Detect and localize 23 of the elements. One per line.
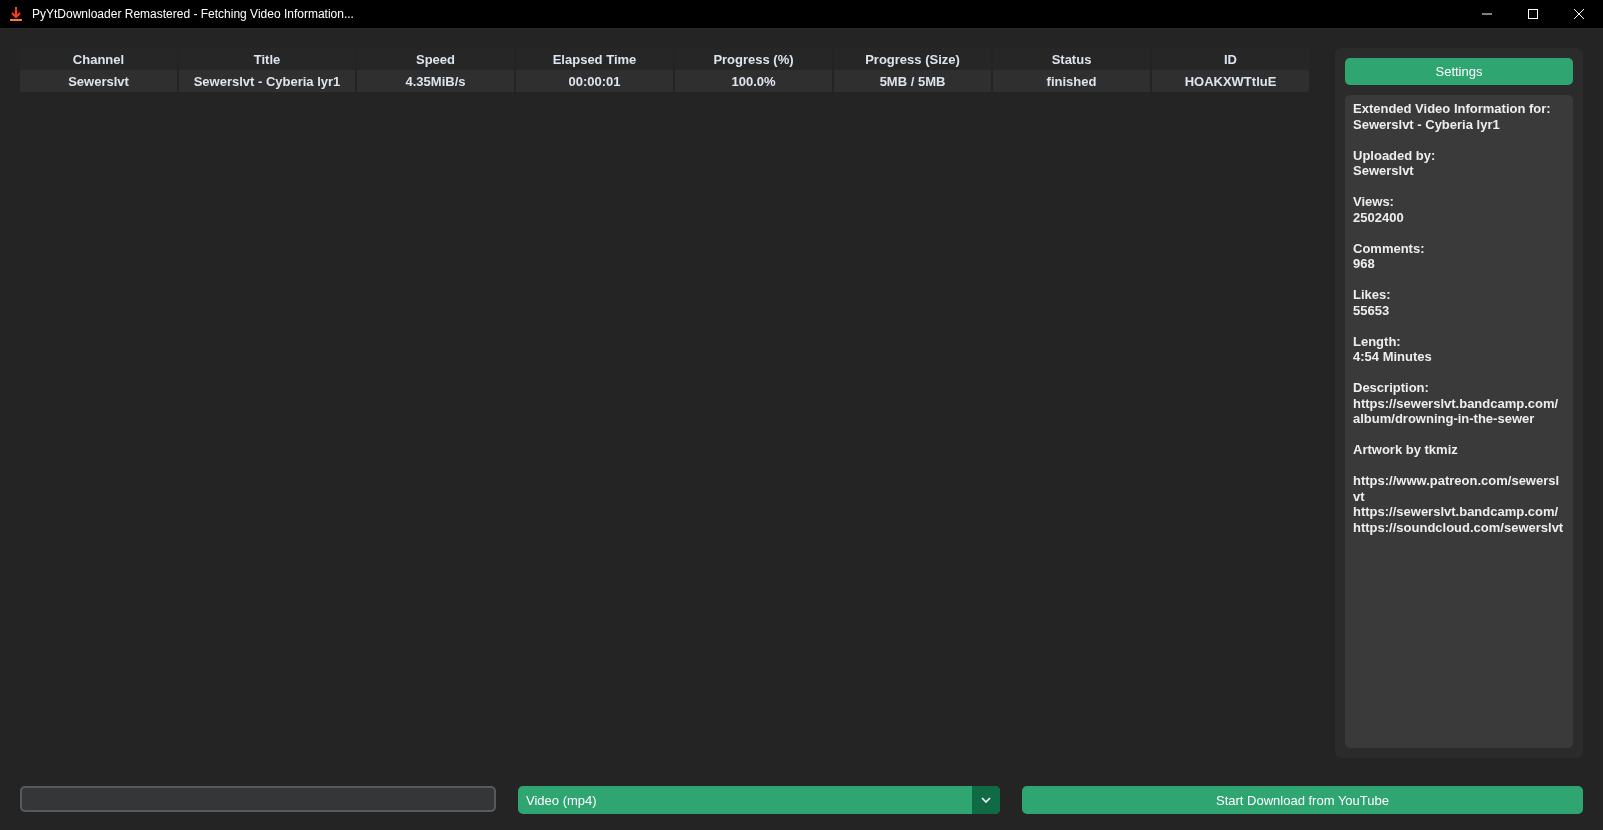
info-text: Length: 4:54 Minutes <box>1353 333 1433 365</box>
table-cell: 4.35MiB/s <box>357 70 514 92</box>
table-cell: 100.0% <box>675 70 832 92</box>
table-cell: 5MB / 5MB <box>834 70 991 92</box>
table-cell: finished <box>993 70 1150 92</box>
chevron-down-icon <box>981 797 991 803</box>
window-title: PyYtDownloader Remastered - Fetching Video Information... <box>32 7 354 21</box>
close-icon[interactable] <box>1573 8 1585 20</box>
table-cell: Sewerslvt - Cyberia lyr1 <box>179 70 355 92</box>
table-cell: 00:00:01 <box>516 70 673 92</box>
info-text: Artwork by tkmiz <box>1353 442 1459 458</box>
info-text: https://www.patreon.com/sewersl vt https://sewerslvt.bandcamp.com/ https://soundcloud.com/sewerslvt <box>1353 473 1565 535</box>
table-cell: HOAKXWTtluE <box>1152 70 1309 92</box>
download-icon <box>8 6 24 22</box>
info-text: Likes: 55653 <box>1353 287 1392 318</box>
info-text: Comments: 968 <box>1353 240 1426 272</box>
maximize-icon[interactable] <box>1527 8 1539 20</box>
info-text: Description: https://sewerslvt.bandcamp.com/ album/drowning-in-the-sewer <box>1353 380 1560 427</box>
info-text: Extended Video Information for: Sewerslvt - Cyberia lyr1 <box>1353 101 1552 132</box>
url-input-field[interactable] <box>20 786 496 812</box>
info-text: Views: 2502400 <box>1353 194 1405 225</box>
info-text: Uploaded by: Sewerslvt <box>1353 147 1437 179</box>
table-cell: Sewerslvt <box>20 70 177 92</box>
